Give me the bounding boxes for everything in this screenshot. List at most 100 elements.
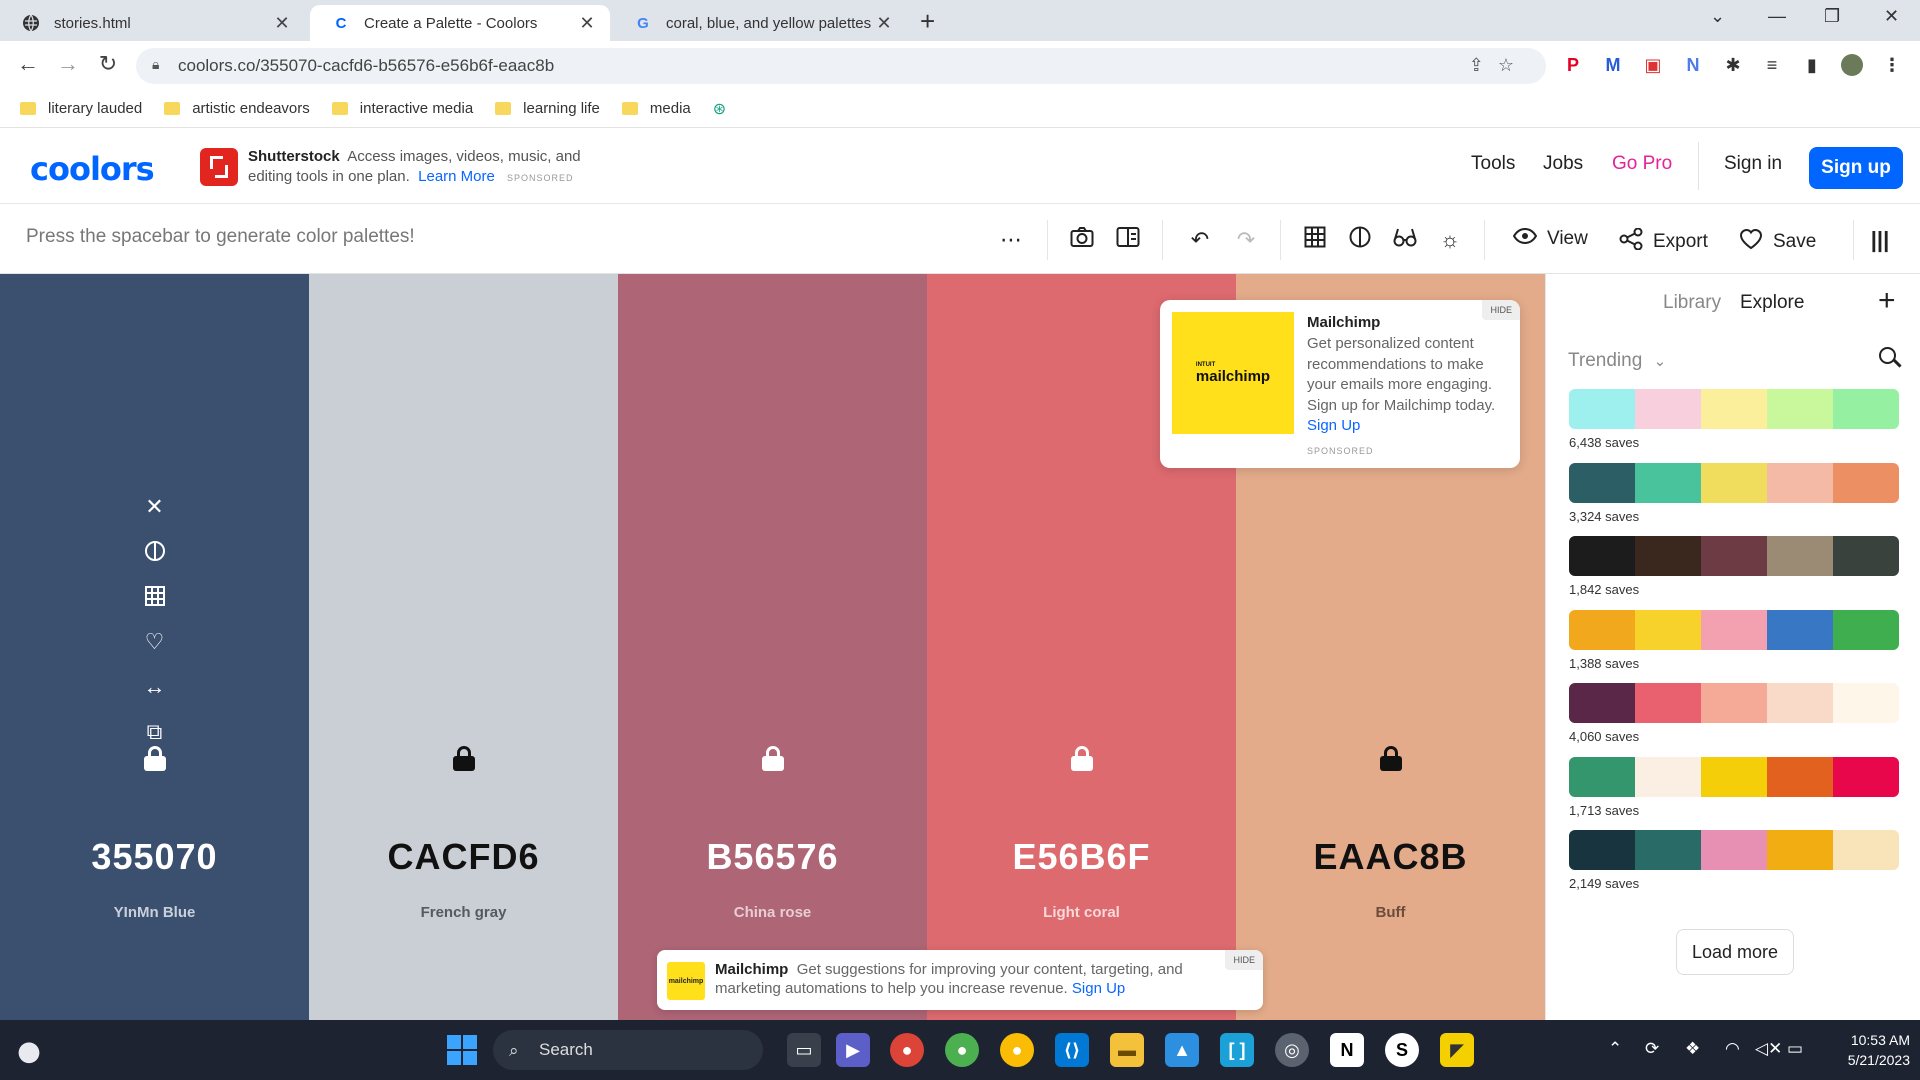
chrome-profile-icon[interactable]: ●: [945, 1033, 979, 1067]
swatch[interactable]: [1767, 389, 1833, 429]
minimize-button[interactable]: —: [1768, 6, 1786, 27]
swatch[interactable]: [1635, 683, 1701, 723]
swatch[interactable]: [1833, 830, 1899, 870]
swatch[interactable]: [1701, 683, 1767, 723]
tab-library[interactable]: Library: [1663, 292, 1721, 314]
remove-color-icon[interactable]: ✕: [140, 484, 170, 529]
lock-icon[interactable]: [1379, 746, 1402, 771]
swatch[interactable]: [1569, 609, 1635, 650]
swatch[interactable]: [1635, 536, 1701, 576]
color-column[interactable]: B56576 China rose: [618, 274, 927, 1020]
hex-code[interactable]: B56576: [618, 836, 927, 878]
bookmark-interactive-media[interactable]: interactive media: [331, 100, 473, 117]
coolors-logo[interactable]: coolors: [30, 150, 155, 188]
drag-icon[interactable]: ↔: [140, 664, 170, 709]
shutterstock-logo-icon[interactable]: [200, 148, 238, 186]
swatch[interactable]: [1635, 389, 1701, 429]
palette-card[interactable]: 3,324 saves: [1569, 462, 1899, 537]
back-arrow-icon[interactable]: ←: [14, 51, 42, 77]
sign-in-link[interactable]: Sign in: [1724, 153, 1782, 175]
swatch[interactable]: [1701, 462, 1767, 503]
swatch[interactable]: [1767, 830, 1833, 870]
clock[interactable]: 10:53 AM 5/21/2023: [1820, 1030, 1910, 1070]
palette-card[interactable]: 6,438 saves: [1569, 389, 1899, 463]
bookmark-chatgpt[interactable]: ⊛: [713, 99, 726, 119]
lock-icon[interactable]: [143, 746, 166, 771]
s-app-icon[interactable]: S: [1385, 1033, 1419, 1067]
pinterest-extension-icon[interactable]: P: [1561, 53, 1585, 77]
color-column[interactable]: ✕ ♡ ↔ ⧉ 355070 YInMn Blue: [0, 274, 309, 1020]
palette-card[interactable]: 2,149 saves: [1569, 830, 1899, 904]
tab-coolors[interactable]: C Create a Palette - Coolors ✕: [310, 5, 610, 41]
kebab-menu-icon[interactable]: ⋮: [1880, 53, 1904, 77]
chrome-icon[interactable]: ●: [890, 1033, 924, 1067]
forward-arrow-icon[interactable]: →: [54, 51, 82, 77]
close-tab-icon[interactable]: ✕: [273, 13, 291, 34]
lock-icon[interactable]: [761, 746, 784, 771]
more-options-icon[interactable]: ⋯: [997, 226, 1025, 254]
sticky-notes-icon[interactable]: ◤: [1440, 1033, 1474, 1067]
brightness-icon[interactable]: ☼: [1436, 226, 1464, 254]
trending-filter[interactable]: Trending ⌄: [1568, 350, 1666, 372]
bookmark-artistic-endeavors[interactable]: artistic endeavors: [164, 100, 310, 117]
palette-card[interactable]: 4,060 saves: [1569, 683, 1899, 757]
swatch[interactable]: [1701, 609, 1767, 650]
swatch[interactable]: [1833, 756, 1899, 797]
share-and-bookmark-icons[interactable]: ⇪☆: [1469, 55, 1528, 76]
hide-ad-button[interactable]: HIDE: [1225, 950, 1263, 970]
compare-layout-icon[interactable]: [1114, 226, 1142, 254]
vscode-icon[interactable]: ⟨⟩: [1055, 1033, 1089, 1067]
palette-swatches[interactable]: [1569, 756, 1899, 797]
new-tab-button[interactable]: +: [920, 6, 935, 37]
swatch[interactable]: [1767, 756, 1833, 797]
undo-icon[interactable]: ↶: [1186, 226, 1214, 254]
swatch[interactable]: [1767, 536, 1833, 576]
close-tab-icon[interactable]: ✕: [875, 13, 893, 34]
load-more-button[interactable]: Load more: [1676, 929, 1794, 975]
file-explorer-icon[interactable]: ▬: [1110, 1033, 1144, 1067]
color-column[interactable]: CACFD6 French gray: [309, 274, 618, 1020]
photos-icon[interactable]: ▲: [1165, 1033, 1199, 1067]
profile-avatar[interactable]: [1840, 53, 1864, 77]
swatch[interactable]: [1569, 683, 1635, 723]
sign-up-link[interactable]: Sign Up: [1072, 980, 1125, 997]
sign-up-link[interactable]: Sign Up: [1307, 417, 1360, 434]
tab-explore[interactable]: Explore: [1740, 292, 1804, 314]
glasses-icon[interactable]: [1391, 226, 1419, 254]
save-button[interactable]: Save: [1739, 228, 1816, 256]
swatch[interactable]: [1635, 756, 1701, 797]
palette-card[interactable]: 1,388 saves: [1569, 609, 1899, 684]
swatch[interactable]: [1767, 683, 1833, 723]
sync-icon[interactable]: ⟳: [1645, 1039, 1659, 1059]
hex-code[interactable]: CACFD6: [309, 836, 618, 878]
swatch[interactable]: [1569, 536, 1635, 576]
mail-extension-icon[interactable]: M: [1601, 53, 1625, 77]
puzzle-icon[interactable]: ✱: [1721, 53, 1745, 77]
maximize-button[interactable]: ❐: [1824, 6, 1840, 27]
close-window-button[interactable]: ✕: [1884, 6, 1899, 27]
add-icon[interactable]: +: [1878, 284, 1896, 318]
swatch[interactable]: [1833, 462, 1899, 503]
swatch[interactable]: [1701, 389, 1767, 429]
color-name[interactable]: YInMn Blue: [0, 904, 309, 921]
redo-icon[interactable]: ↷: [1232, 226, 1260, 254]
bookmark-literary-lauded[interactable]: literary lauded: [20, 100, 142, 117]
color-name[interactable]: Buff: [1236, 904, 1545, 921]
swatch[interactable]: [1767, 609, 1833, 650]
export-button[interactable]: Export: [1619, 227, 1708, 256]
palette-card[interactable]: 1,842 saves: [1569, 536, 1899, 610]
swatch[interactable]: [1833, 389, 1899, 429]
bookmark-learning-life[interactable]: learning life: [495, 100, 600, 117]
palette-swatches[interactable]: [1569, 536, 1899, 576]
weather-icon[interactable]: [14, 1036, 44, 1064]
nav-jobs[interactable]: Jobs: [1543, 153, 1583, 175]
framer-icon[interactable]: [ ]: [1220, 1033, 1254, 1067]
mailchimp-ad-bar[interactable]: mailchimp Mailchimp Get suggestions for …: [657, 950, 1263, 1010]
swatch[interactable]: [1767, 462, 1833, 503]
speaker-muted-icon[interactable]: ◁✕: [1755, 1039, 1782, 1059]
color-name[interactable]: French gray: [309, 904, 618, 921]
palette-swatches[interactable]: [1569, 609, 1899, 650]
hex-code[interactable]: E56B6F: [927, 836, 1236, 878]
swatch[interactable]: [1569, 389, 1635, 429]
sign-up-button[interactable]: Sign up: [1809, 147, 1903, 189]
